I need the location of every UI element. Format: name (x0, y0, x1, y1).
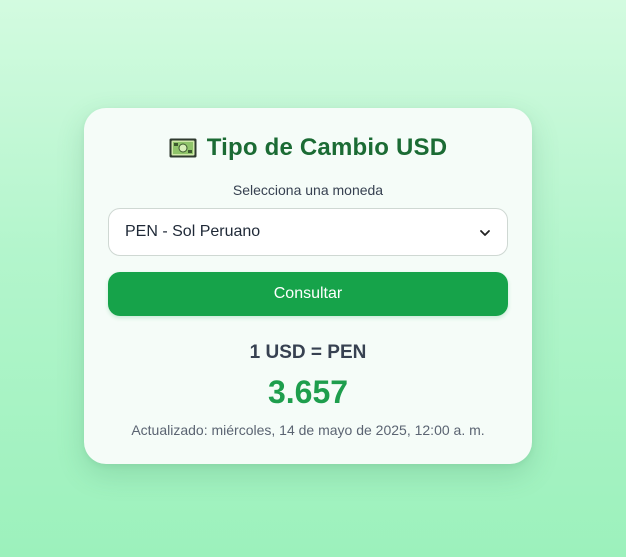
exchange-rate-value: 3.657 (267, 374, 349, 410)
consult-button[interactable]: Consultar (108, 272, 508, 316)
chevron-down-icon (479, 226, 491, 238)
currency-select[interactable]: PEN - Sol Peruano (108, 208, 508, 256)
exchange-rate-card: Tipo de Cambio USD Selecciona una moneda… (84, 108, 532, 464)
currency-select-label: Selecciona una moneda (232, 182, 384, 198)
currency-pair-label: 1 USD = PEN (249, 342, 367, 363)
currency-select-value: PEN - Sol Peruano (125, 223, 261, 240)
money-bill-icon (169, 138, 197, 158)
page-title: Tipo de Cambio USD (206, 134, 448, 161)
title-row: Tipo de Cambio USD (84, 132, 532, 164)
updated-timestamp: Actualizado: miércoles, 14 de mayo de 20… (131, 422, 485, 438)
